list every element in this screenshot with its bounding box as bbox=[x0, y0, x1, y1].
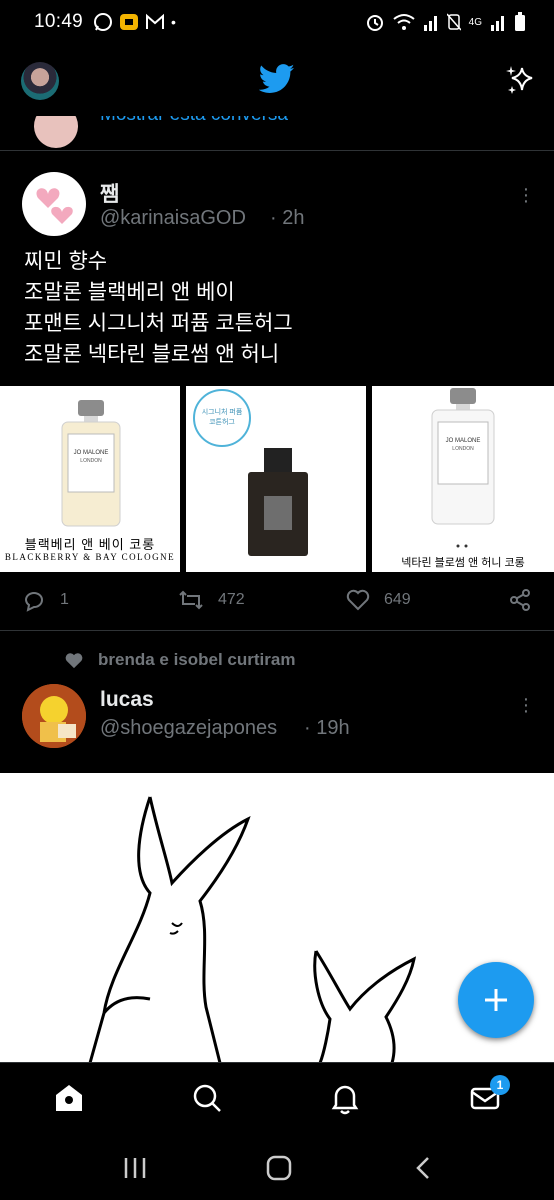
whatsapp-icon bbox=[94, 13, 113, 31]
like-count: 649 bbox=[384, 591, 411, 608]
nav-messages[interactable]: 1 bbox=[468, 1075, 510, 1115]
image-badge: 시그니처 퍼퓸 코튼허그 bbox=[201, 409, 243, 426]
tweet-avatar[interactable] bbox=[22, 684, 86, 748]
like-button[interactable]: 649 bbox=[346, 588, 411, 612]
retweet-icon bbox=[179, 590, 203, 610]
share-button[interactable] bbox=[508, 588, 532, 612]
tweet-text: 찌민 향수 조말론 블랙베리 앤 베이 포맨트 시그니처 퍼퓸 코튼허그 조말론… bbox=[24, 250, 293, 366]
twitter-bird-icon[interactable] bbox=[259, 64, 295, 94]
plus-icon bbox=[485, 989, 507, 1011]
alarm-icon bbox=[366, 15, 383, 31]
nav-search[interactable] bbox=[190, 1081, 224, 1115]
heart-icon bbox=[346, 589, 370, 611]
signal-icon-2 bbox=[491, 16, 504, 31]
cologne-bottle-image bbox=[431, 388, 495, 548]
reply-button[interactable]: 1 bbox=[22, 588, 69, 612]
tweet-timestamp[interactable]: · 19h bbox=[304, 717, 350, 740]
home-icon bbox=[56, 1085, 82, 1111]
nav-home[interactable] bbox=[52, 1081, 86, 1115]
battery-icon bbox=[515, 12, 525, 31]
tweet-timestamp[interactable]: · 2h bbox=[270, 207, 304, 230]
social-context-text: brenda e isobel curtiram bbox=[98, 650, 296, 669]
more-options-icon[interactable]: · · · bbox=[516, 689, 536, 721]
cartoon-avatar-image bbox=[22, 684, 86, 748]
reply-count: 1 bbox=[60, 591, 69, 608]
bottle-label: JO MALONE bbox=[73, 450, 109, 456]
tweet-author-handle[interactable]: @karinaisaGOD bbox=[100, 207, 246, 230]
status-bar: 10:49 • 4G bbox=[0, 0, 554, 44]
network-type: 4G bbox=[468, 16, 482, 28]
bottom-navigation: 1 bbox=[0, 1062, 554, 1134]
top-app-bar bbox=[0, 44, 554, 116]
search-icon bbox=[193, 1084, 221, 1112]
retweet-count: 472 bbox=[218, 591, 245, 608]
image-caption-korean: 넥타린 블로썸 앤 허니 코롱 bbox=[401, 557, 525, 569]
compose-tweet-button[interactable] bbox=[458, 962, 534, 1038]
home-button-icon[interactable] bbox=[264, 1154, 294, 1182]
messages-badge: 1 bbox=[490, 1075, 510, 1095]
tweet-author-name[interactable]: 쨈 bbox=[100, 178, 119, 208]
share-icon bbox=[510, 589, 530, 611]
tweet-author-handle[interactable]: @shoegazejapones bbox=[100, 717, 277, 740]
no-sim-icon bbox=[446, 13, 461, 31]
status-time: 10:49 bbox=[34, 11, 84, 32]
retweet-button[interactable]: 472 bbox=[178, 588, 245, 612]
signal-icon bbox=[423, 16, 437, 31]
bottle-sublabel: LONDON bbox=[80, 458, 102, 464]
bottle-sublabel: LONDON bbox=[452, 446, 474, 452]
bell-icon bbox=[331, 1085, 359, 1115]
image-caption-english: BLACKBERRY & BAY COLOGNE bbox=[4, 552, 176, 562]
divider bbox=[0, 150, 554, 151]
tweet-image-3[interactable]: JO MALONE LONDON 넥타린 블로썸 앤 허니 코롱 bbox=[372, 386, 554, 572]
divider bbox=[0, 630, 554, 631]
system-navigation-bar bbox=[0, 1134, 554, 1200]
sparkle-icon[interactable] bbox=[504, 64, 536, 96]
back-icon[interactable] bbox=[410, 1154, 440, 1182]
gmail-icon bbox=[146, 13, 165, 29]
more-options-icon[interactable]: · · · bbox=[516, 179, 536, 211]
social-context: brenda e isobel curtiram bbox=[64, 650, 295, 670]
image-caption-korean: 블랙베리 앤 베이 코롱 bbox=[24, 537, 156, 552]
wifi-icon bbox=[393, 14, 415, 30]
tweet-avatar[interactable] bbox=[22, 172, 86, 236]
more-notifications-dot: • bbox=[171, 14, 176, 30]
tweet-author-name[interactable]: lucas bbox=[100, 688, 154, 712]
tweet-image-1[interactable]: JO MALONE LONDON 블랙베리 앤 베이 코롱 BLACKBERRY… bbox=[0, 386, 180, 572]
tweet-image-2[interactable]: 시그니처 퍼퓸 코튼허그 bbox=[186, 386, 366, 572]
profile-avatar-button[interactable] bbox=[21, 62, 59, 100]
bottle-label: JO MALONE bbox=[445, 438, 481, 444]
recent-apps-icon[interactable] bbox=[120, 1154, 150, 1182]
hearts-avatar-image bbox=[36, 188, 73, 224]
notification-app-icon bbox=[120, 14, 139, 30]
nav-notifications[interactable] bbox=[328, 1081, 362, 1115]
reply-icon bbox=[24, 592, 43, 612]
heart-filled-icon bbox=[65, 653, 83, 669]
